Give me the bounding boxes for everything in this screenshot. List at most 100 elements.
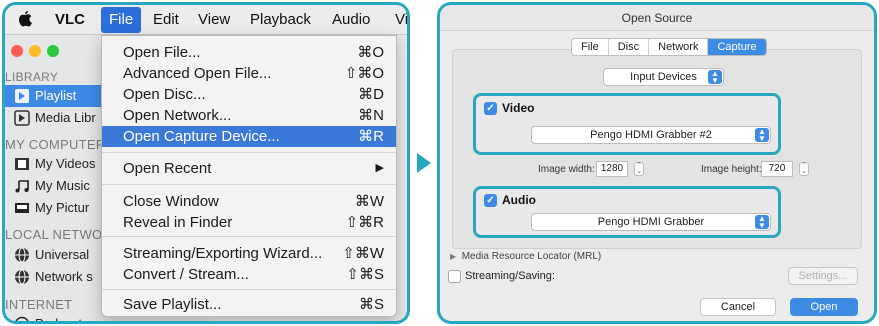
submenu-arrow-icon: ▶ <box>375 162 384 174</box>
close-window-button[interactable] <box>11 45 23 57</box>
video-device-value: Pengo HDMI Grabber #2 <box>590 129 712 141</box>
film-icon <box>15 158 29 170</box>
video-group: ✓ Video Pengo HDMI Grabber #2 ▲ ▼ <box>473 93 781 155</box>
globe-icon <box>15 247 29 263</box>
menu-item-streaming-wizard[interactable]: Streaming/Exporting Wizard... ⇧⌘W <box>102 243 396 264</box>
menu-item-open-disc[interactable]: Open Disc... ⌘D <box>102 84 396 105</box>
globe-icon <box>15 269 29 285</box>
image-height-label: Image height: <box>701 164 762 175</box>
menu-separator <box>102 289 396 290</box>
streaming-saving-checkbox[interactable] <box>448 270 461 283</box>
menu-item-shortcut: ⇧⌘W <box>342 245 384 262</box>
menu-video[interactable]: Vi <box>395 10 407 32</box>
library-header: LIBRARY <box>5 70 59 84</box>
menu-item-convert-stream[interactable]: Convert / Stream... ⇧⌘S <box>102 264 396 285</box>
image-width-label: Image width: <box>538 164 595 175</box>
menu-item-open-recent[interactable]: Open Recent ▶ <box>102 158 396 179</box>
menu-item-save-playlist[interactable]: Save Playlist... ⌘S <box>102 294 396 315</box>
menu-item-open-network[interactable]: Open Network... ⌘N <box>102 105 396 126</box>
local-network-header: LOCAL NETWO <box>5 227 103 242</box>
image-width-stepper[interactable]: ⌃ ⌄ <box>634 162 644 176</box>
sidebar-item-label: Playlist <box>35 88 77 103</box>
menu-item-label: Open Network... <box>123 107 232 124</box>
apple-icon[interactable] <box>17 9 33 29</box>
menu-item-close-window[interactable]: Close Window ⌘W <box>102 191 396 212</box>
video-checkbox[interactable]: ✓ <box>484 102 497 115</box>
playlist-icon <box>15 89 29 103</box>
select-stepper-icon: ▲ ▼ <box>755 215 769 230</box>
menu-view[interactable]: View <box>198 10 230 32</box>
image-width-field[interactable]: 1280 <box>596 161 628 177</box>
audio-checkbox[interactable]: ✓ <box>484 194 497 207</box>
minimize-window-button[interactable] <box>29 45 41 57</box>
source-type-select[interactable]: Input Devices ▲ ▼ <box>603 68 724 86</box>
audio-group: ✓ Audio Pengo HDMI Grabber ▲ ▼ <box>473 186 781 238</box>
menu-item-shortcut: ⇧⌘O <box>344 65 384 82</box>
menu-item-label: Close Window <box>123 193 219 210</box>
mrl-label: Media Resource Locator (MRL) <box>461 251 602 262</box>
menu-file[interactable]: File <box>101 7 142 33</box>
open-button[interactable]: Open <box>790 298 858 316</box>
menu-item-label: Advanced Open File... <box>123 65 272 82</box>
sidebar-item-label: Network s <box>35 269 93 284</box>
menu-vlc[interactable]: VLC <box>55 10 85 32</box>
image-height-stepper[interactable]: ⌃ ⌄ <box>799 162 809 176</box>
menu-item-label: Open Disc... <box>123 86 206 103</box>
source-tabs: File Disc Network Capture <box>571 38 767 56</box>
sidebar-item-label: My Music <box>35 178 90 193</box>
media-library-icon <box>14 110 30 126</box>
mrl-disclosure[interactable]: ▶ Media Resource Locator (MRL) <box>450 251 601 262</box>
sidebar-item-label: Media Libr <box>35 110 96 125</box>
sidebar-item-label: Universal <box>35 247 90 262</box>
menu-item-label: Convert / Stream... <box>123 266 249 283</box>
menu-item-shortcut: ⌘W <box>354 193 384 210</box>
select-stepper-icon: ▲ ▼ <box>755 128 769 143</box>
tab-network[interactable]: Network <box>649 39 709 55</box>
menu-playback[interactable]: Playback <box>250 10 311 32</box>
disclosure-triangle-icon: ▶ <box>450 252 457 261</box>
menu-item-label: Open File... <box>123 44 201 61</box>
zoom-window-button[interactable] <box>47 45 59 57</box>
picture-icon <box>15 203 29 213</box>
audio-device-select[interactable]: Pengo HDMI Grabber ▲ ▼ <box>531 213 771 231</box>
menu-item-shortcut: ⇧⌘R <box>345 214 384 231</box>
menu-item-shortcut: ⌘O <box>357 44 384 61</box>
menu-item-shortcut: ⌘R <box>358 128 384 145</box>
internet-header: INTERNET <box>5 297 73 312</box>
audio-device-value: Pengo HDMI Grabber <box>597 216 705 228</box>
menu-audio[interactable]: Audio <box>332 10 370 32</box>
audio-label: Audio <box>502 193 536 207</box>
menu-item-label: Save Playlist... <box>123 296 222 313</box>
cancel-button[interactable]: Cancel <box>700 298 776 316</box>
menu-item-shortcut: ⇧⌘S <box>346 266 384 283</box>
menu-item-shortcut: ⌘N <box>358 107 384 124</box>
menu-separator <box>102 184 396 185</box>
tab-file[interactable]: File <box>572 39 609 55</box>
capture-panel: Input Devices ▲ ▼ ✓ Video Pengo HDMI Grab… <box>452 49 862 249</box>
video-device-select[interactable]: Pengo HDMI Grabber #2 ▲ ▼ <box>531 126 771 144</box>
menu-bar: VLC File Edit View Playback Audio Vi <box>5 5 407 35</box>
tab-disc[interactable]: Disc <box>609 39 650 55</box>
menu-edit[interactable]: Edit <box>153 10 179 32</box>
menu-item-label: Open Capture Device... <box>123 128 280 145</box>
menu-item-reveal-in-finder[interactable]: Reveal in Finder ⇧⌘R <box>102 212 396 233</box>
menu-item-advanced-open-file[interactable]: Advanced Open File... ⇧⌘O <box>102 63 396 84</box>
settings-button[interactable]: Settings... <box>788 267 858 285</box>
menu-separator <box>102 152 396 153</box>
menu-item-open-file[interactable]: Open File... ⌘O <box>102 42 396 63</box>
my-computer-header: MY COMPUTER <box>5 137 106 152</box>
video-label: Video <box>502 101 535 115</box>
sidebar-item-label: Podcasts <box>35 316 89 324</box>
menu-item-open-capture-device[interactable]: Open Capture Device... ⌘R <box>102 126 396 147</box>
menu-item-label: Reveal in Finder <box>123 214 233 231</box>
streaming-saving-label: Streaming/Saving: <box>465 270 555 282</box>
tab-capture[interactable]: Capture <box>708 39 766 55</box>
vlc-window: LIBRARY Playlist Media Libr MY COMPUTER … <box>2 2 410 324</box>
sidebar-item-label: My Pictur <box>35 200 90 215</box>
dialog-title: Open Source <box>440 5 874 31</box>
next-step-arrow-icon <box>417 153 431 173</box>
image-height-field[interactable]: 720 <box>761 161 793 177</box>
menu-item-shortcut: ⌘S <box>358 296 384 313</box>
source-type-value: Input Devices <box>630 71 697 83</box>
menu-item-label: Open Recent <box>123 160 212 177</box>
